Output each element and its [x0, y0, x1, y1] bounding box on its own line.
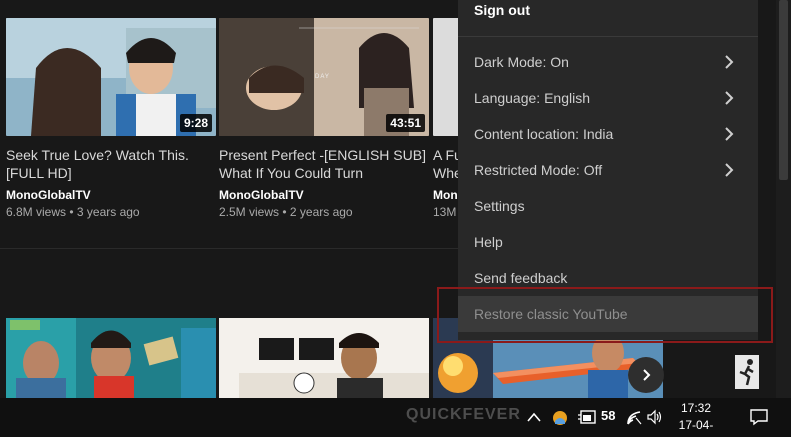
next-button[interactable] — [628, 357, 664, 393]
wifi-icon[interactable] — [626, 408, 642, 426]
menu-item-dark-mode[interactable]: Dark Mode: On — [458, 44, 758, 80]
sign-out-item[interactable]: Sign out — [458, 0, 758, 26]
video-thumbnail[interactable] — [219, 318, 429, 398]
chevron-right-icon — [725, 127, 734, 141]
chevron-right-icon — [725, 55, 734, 69]
menu-item-language[interactable]: Language: English — [458, 80, 758, 116]
menu-item-label: Content location: India — [474, 126, 614, 142]
weather-icon[interactable] — [551, 409, 569, 427]
scrollbar[interactable] — [776, 0, 791, 398]
thumbnail-image-phones — [6, 318, 216, 398]
thumbnail-caption: DAY — [315, 74, 330, 80]
notification-icon[interactable] — [750, 408, 768, 426]
video-card[interactable]: DAY 43:51 Present Perfect -[ENGLISH SUB]… — [219, 18, 429, 219]
video-title[interactable]: Present Perfect -[ENGLISH SUB] What If Y… — [219, 146, 429, 182]
chevron-right-icon — [725, 91, 734, 105]
video-title[interactable]: Seek True Love? Watch This. [FULL HD] — [6, 146, 216, 182]
video-thumbnail[interactable]: DAY 43:51 — [219, 18, 429, 136]
battery-percentage: 58 — [601, 408, 616, 423]
menu-item-label: Language: English — [474, 90, 590, 106]
system-clock[interactable]: 17:32 17-04-2017 — [668, 400, 724, 437]
taskbar: QUICKFEVER 58 17:32 17-04-2017 — [0, 398, 791, 437]
channel-name[interactable]: MonoGlobalTV — [6, 188, 216, 202]
highlight-box — [437, 287, 773, 343]
menu-item-settings[interactable]: Settings — [458, 188, 758, 224]
menu-item-label: Send feedback — [474, 270, 568, 286]
exit-icon[interactable] — [735, 355, 759, 389]
menu-item-help[interactable]: Help — [458, 224, 758, 260]
video-meta: 6.8M views • 3 years ago — [6, 205, 140, 219]
menu-divider — [458, 36, 758, 37]
menu-item-restricted-mode[interactable]: Restricted Mode: Off — [458, 152, 758, 188]
battery-icon[interactable] — [577, 409, 597, 425]
video-meta: 2.5M views • 2 years ago — [219, 205, 353, 219]
volume-icon[interactable] — [647, 409, 663, 425]
chevron-right-icon — [725, 163, 734, 177]
menu-item-label: Restricted Mode: Off — [474, 162, 603, 178]
menu-item-label: Help — [474, 234, 503, 250]
menu-item-label: Settings — [474, 198, 525, 214]
chevron-up-icon[interactable] — [527, 411, 541, 423]
youtube-page: 9:28 Seek True Love? Watch This. [FULL H… — [0, 0, 791, 398]
watermark: QUICKFEVER — [406, 406, 521, 423]
scrollbar-thumb[interactable] — [779, 0, 788, 180]
clock-time: 17:32 — [680, 401, 712, 415]
thumbnail-image-desk — [219, 318, 429, 398]
video-thumbnail[interactable] — [6, 318, 216, 398]
video-duration: 43:51 — [386, 114, 425, 132]
section-divider — [0, 248, 460, 249]
chevron-right-icon — [643, 369, 651, 381]
menu-item-content-location[interactable]: Content location: India — [458, 116, 758, 152]
video-card[interactable]: 9:28 Seek True Love? Watch This. [FULL H… — [6, 18, 216, 219]
video-duration: 9:28 — [179, 114, 212, 132]
channel-name[interactable]: MonoGlobalTV — [219, 188, 429, 202]
menu-item-label: Dark Mode: On — [474, 54, 569, 70]
clock-date: 17-04-2017 — [678, 418, 714, 437]
video-thumbnail[interactable]: 9:28 — [6, 18, 216, 136]
